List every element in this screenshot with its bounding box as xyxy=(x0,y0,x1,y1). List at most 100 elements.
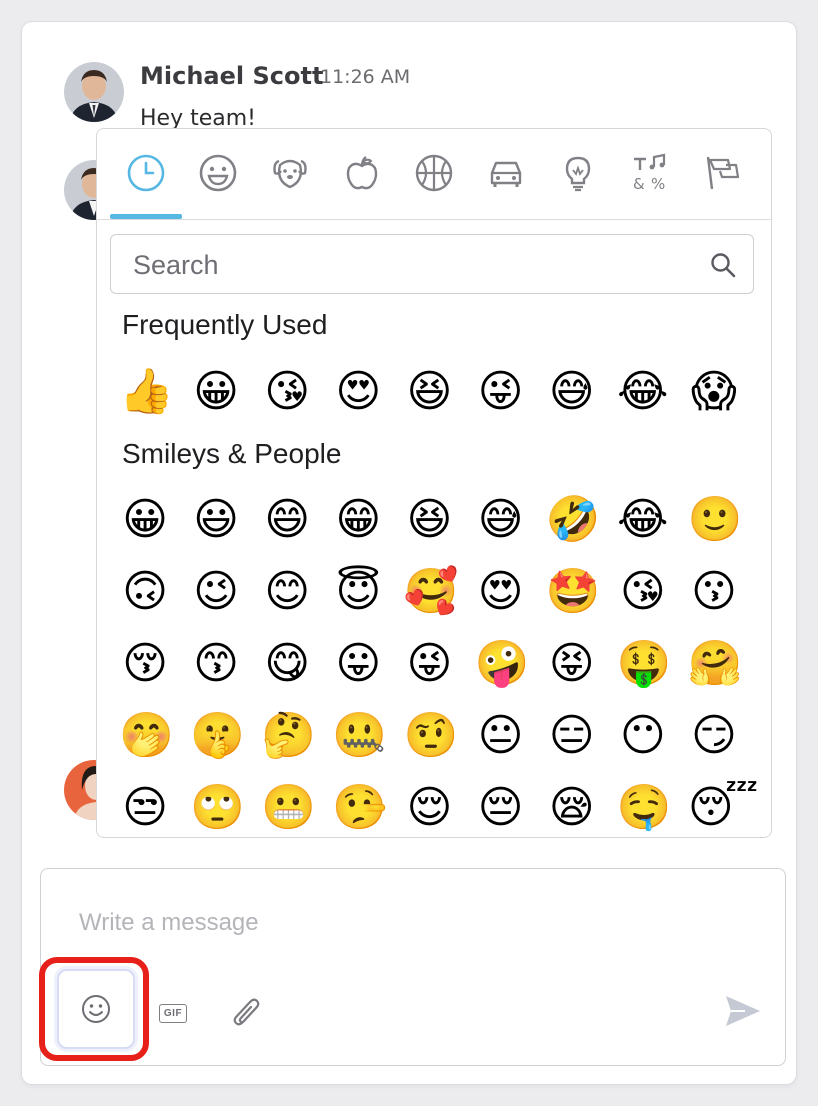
emoji-glyph: 😀 xyxy=(122,494,168,545)
attach-button[interactable] xyxy=(225,991,269,1035)
symbols-icon[interactable]: &% xyxy=(628,151,672,195)
emoji-button[interactable]: 😏 xyxy=(688,707,759,765)
emoji-button[interactable]: 👍 xyxy=(119,363,190,421)
emoji-button[interactable]: 😐 xyxy=(475,707,546,765)
emoji-button[interactable] xyxy=(57,969,135,1049)
flag-icon[interactable] xyxy=(700,151,744,195)
emoji-button[interactable]: 🤪 xyxy=(475,635,546,693)
svg-text:%: % xyxy=(651,175,665,193)
svg-text:&: & xyxy=(633,175,645,193)
emoji-button[interactable]: 🤥 xyxy=(332,779,403,837)
emoji-button[interactable]: 😔 xyxy=(475,779,546,837)
emoji-glyph: 😃 xyxy=(193,494,240,545)
emoji-glyph: 🥰 xyxy=(403,566,459,617)
emoji-glyph: 🤑 xyxy=(616,638,672,689)
emoji-button[interactable]: 😚 xyxy=(119,635,190,693)
avatar[interactable] xyxy=(64,62,124,122)
emoji-glyph: 😜 xyxy=(406,638,453,689)
emoji-row: 😀 😃 😄 😁 😆 😅 🤣 😂 🙂 xyxy=(119,491,759,549)
emoji-glyph: 😱 xyxy=(690,366,737,417)
emoji-button[interactable]: 😛 xyxy=(332,635,403,693)
emoji-glyph: 🤩 xyxy=(545,566,601,617)
emoji-glyph: 😚 xyxy=(122,638,168,689)
apple-icon[interactable] xyxy=(340,151,384,195)
emoji-glyph: 👍 xyxy=(119,366,174,417)
send-button[interactable] xyxy=(717,985,769,1037)
emoji-button[interactable]: 🤩 xyxy=(546,563,617,621)
smiley-icon[interactable] xyxy=(196,151,240,195)
emoji-button[interactable]: 😀 xyxy=(119,491,190,549)
emoji-glyph: 😙 xyxy=(193,638,240,689)
emoji-button[interactable]: 🙃 xyxy=(119,563,190,621)
clock-icon[interactable] xyxy=(124,151,168,195)
emoji-button[interactable]: 🤐 xyxy=(332,707,403,765)
emoji-button[interactable]: 🤤 xyxy=(617,779,688,837)
active-tab-indicator xyxy=(110,214,182,219)
emoji-button[interactable]: 🙂 xyxy=(688,491,759,549)
emoji-button[interactable]: 😆 xyxy=(403,363,474,421)
section-title-frequently-used: Frequently Used xyxy=(122,309,328,340)
emoji-button[interactable]: 😀 xyxy=(190,363,261,421)
emoji-search-input[interactable] xyxy=(131,245,695,285)
emoji-button[interactable]: 😅 xyxy=(475,491,546,549)
emoji-button[interactable]: 😌 xyxy=(403,779,474,837)
emoji-glyph: 😍 xyxy=(477,566,524,617)
emoji-button[interactable]: 😂 xyxy=(617,491,688,549)
emoji-glyph: 🤔 xyxy=(261,710,317,761)
emoji-button[interactable]: 🙄 xyxy=(190,779,261,837)
emoji-button[interactable]: 😋 xyxy=(261,635,332,693)
emoji-button[interactable]: 😊 xyxy=(261,563,332,621)
emoji-button[interactable]: 😉 xyxy=(190,563,261,621)
emoji-button[interactable]: 😶 xyxy=(617,707,688,765)
emoji-button[interactable]: 😜 xyxy=(475,363,546,421)
emoji-button[interactable]: 😝 xyxy=(546,635,617,693)
emoji-button[interactable]: 😑 xyxy=(546,707,617,765)
emoji-button[interactable]: 😆 xyxy=(403,491,474,549)
emoji-button[interactable]: 😙 xyxy=(190,635,261,693)
emoji-button[interactable]: 🥰 xyxy=(403,563,474,621)
emoji-glyph: 😗 xyxy=(690,566,737,617)
emoji-category-tabs: &% xyxy=(97,129,771,220)
emoji-button[interactable]: 😱 xyxy=(688,363,759,421)
search-icon[interactable] xyxy=(709,251,737,283)
emoji-button[interactable]: 😍 xyxy=(332,363,403,421)
emoji-button[interactable]: 😘 xyxy=(261,363,332,421)
emoji-button[interactable]: 😴 xyxy=(688,779,759,837)
emoji-button[interactable]: 😜 xyxy=(403,635,474,693)
emoji-button[interactable]: 🤨 xyxy=(403,707,474,765)
emoji-button[interactable]: 😄 xyxy=(261,491,332,549)
lightbulb-icon[interactable] xyxy=(556,151,600,195)
emoji-button[interactable]: 🤣 xyxy=(546,491,617,549)
emoji-button[interactable]: 😘 xyxy=(617,563,688,621)
dog-icon[interactable] xyxy=(268,151,312,195)
emoji-button[interactable]: 😁 xyxy=(332,491,403,549)
emoji-glyph: 😄 xyxy=(264,494,311,545)
emoji-button[interactable]: 😬 xyxy=(261,779,332,837)
emoji-button[interactable]: 😃 xyxy=(190,491,261,549)
emoji-button[interactable]: 🤗 xyxy=(688,635,759,693)
car-icon[interactable] xyxy=(484,151,528,195)
emoji-button[interactable]: 🤭 xyxy=(119,707,190,765)
emoji-button[interactable]: 🤔 xyxy=(261,707,332,765)
message-author[interactable]: Michael Scott xyxy=(140,62,323,90)
emoji-button[interactable]: 😪 xyxy=(546,779,617,837)
message-input[interactable] xyxy=(77,907,741,951)
emoji-button[interactable]: 🤫 xyxy=(190,707,261,765)
emoji-glyph: 🤭 xyxy=(119,710,174,761)
gif-button[interactable]: GIF xyxy=(151,991,195,1035)
emoji-glyph: 🙂 xyxy=(687,494,743,545)
emoji-button[interactable]: 😅 xyxy=(546,363,617,421)
emoji-button[interactable]: 😂 xyxy=(617,363,688,421)
emoji-button[interactable]: 😗 xyxy=(688,563,759,621)
basketball-icon[interactable] xyxy=(412,151,456,195)
emoji-glyph: 😉 xyxy=(193,566,240,617)
emoji-button[interactable]: 🤑 xyxy=(617,635,688,693)
send-icon xyxy=(726,996,760,1026)
emoji-button[interactable]: 😍 xyxy=(475,563,546,621)
message-composer: GIF xyxy=(39,868,786,1066)
emoji-glyph: 😅 xyxy=(548,366,595,417)
emoji-button[interactable]: 😒 xyxy=(119,779,190,837)
emoji-glyph: 😆 xyxy=(406,366,453,417)
emoji-glyph: 😋 xyxy=(264,638,311,689)
emoji-button[interactable]: 😇 xyxy=(332,563,403,621)
